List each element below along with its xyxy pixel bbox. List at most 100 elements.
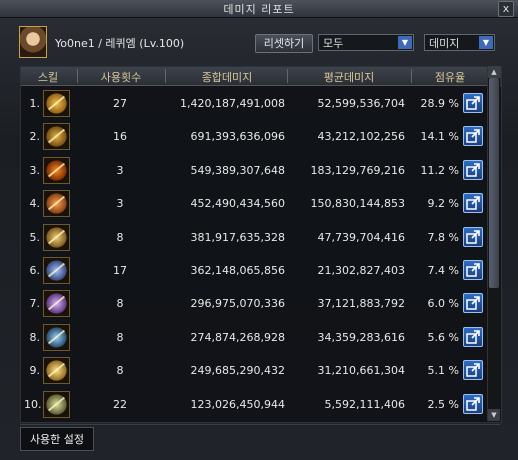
row-usage-count: 27	[113, 97, 127, 110]
skill-dark-orb-icon	[43, 323, 70, 351]
row-share: 7.4 %	[427, 264, 459, 277]
open-detail-button[interactable]	[463, 393, 483, 414]
open-detail-button[interactable]	[463, 193, 483, 214]
row-rank: 2.	[29, 130, 41, 144]
reset-button[interactable]: 리셋하기	[255, 34, 313, 53]
table-row: 4. 3 452,490,434,560 150,830,144,853 9.2…	[21, 186, 488, 222]
row-total-damage: 296,975,070,336	[190, 297, 285, 311]
column-divider	[165, 69, 166, 83]
skill-fire-ring-icon	[43, 156, 70, 184]
table-row: 5. 8 381,917,635,328 47,739,704,416 7.8 …	[21, 220, 488, 256]
avatar	[19, 26, 47, 58]
row-average-damage: 150,830,144,853	[310, 197, 405, 211]
row-average-damage: 47,739,704,416	[317, 230, 405, 244]
filter-select[interactable]: 모두 ▼	[318, 34, 414, 51]
row-rank: 5.	[29, 230, 41, 244]
skill-whirl-icon	[43, 290, 70, 318]
table-row: 3. 3 549,389,307,648 183,129,769,216 11.…	[21, 153, 488, 189]
title-bar[interactable]: 데미지 리포트 x	[0, 0, 518, 18]
row-rank: 7.	[29, 297, 41, 311]
column-header-share[interactable]: 점유율	[415, 69, 485, 85]
table-row: 7. 8 296,975,070,336 37,121,883,792 6.0 …	[21, 286, 488, 322]
scroll-up-button[interactable]: ▲	[488, 66, 500, 78]
table-row: 8. 8 274,874,268,928 34,359,283,616 5.6 …	[21, 320, 488, 356]
row-share: 5.1 %	[427, 364, 459, 378]
column-header-total[interactable]: 종합데미지	[169, 69, 285, 85]
column-header-average[interactable]: 평균데미지	[291, 69, 407, 85]
row-total-damage: 249,685,290,432	[190, 364, 285, 378]
sort-select-value: 데미지	[429, 37, 460, 50]
open-detail-button[interactable]	[463, 360, 483, 381]
row-average-damage: 43,212,102,256	[317, 130, 405, 144]
row-total-damage: 1,420,187,491,008	[180, 97, 285, 110]
row-total-damage: 381,917,635,328	[190, 230, 285, 244]
row-usage-count: 16	[113, 130, 127, 144]
sort-select[interactable]: 데미지 ▼	[424, 34, 495, 51]
scroll-thumb[interactable]	[489, 78, 499, 288]
row-total-damage: 362,148,065,856	[190, 264, 285, 277]
open-detail-button[interactable]	[463, 159, 483, 180]
table-row: 10. 22 123,026,450,944 5,592,111,406 2.5…	[21, 387, 488, 423]
open-detail-button[interactable]	[463, 226, 483, 247]
row-rank: 10.	[24, 397, 42, 411]
row-rank: 8.	[29, 330, 41, 344]
chevron-down-icon: ▼	[398, 36, 412, 49]
row-total-damage: 452,490,434,560	[190, 197, 285, 211]
row-rank: 9.	[29, 364, 41, 378]
external-link-icon	[466, 129, 480, 144]
open-detail-button[interactable]	[463, 260, 483, 280]
row-average-damage: 37,121,883,792	[317, 297, 405, 311]
close-button[interactable]: x	[498, 1, 514, 17]
skill-target-mark-icon	[43, 390, 70, 418]
open-detail-button[interactable]	[463, 93, 483, 113]
table-header: 스킬 사용횟수 종합데미지 평균데미지 점유율	[21, 67, 501, 86]
skill-cross-slash-icon	[43, 123, 70, 151]
row-average-damage: 21,302,827,403	[317, 264, 405, 277]
row-average-damage: 183,129,769,216	[310, 163, 405, 177]
row-average-damage: 5,592,111,406	[324, 397, 405, 411]
row-share: 5.6 %	[427, 330, 459, 344]
window-title: 데미지 리포트	[223, 3, 295, 16]
skill-rune-seal-icon	[43, 223, 70, 251]
row-usage-count: 8	[116, 364, 124, 378]
row-usage-count: 8	[116, 230, 124, 244]
open-detail-button[interactable]	[463, 293, 483, 314]
row-rank: 1.	[29, 97, 41, 110]
row-usage-count: 17	[113, 264, 127, 277]
row-usage-count: 8	[116, 297, 124, 311]
open-detail-button[interactable]	[463, 126, 483, 147]
footer-tabbar: 사용한 설정	[20, 424, 500, 453]
table-row: 2. 16 691,393,636,096 43,212,102,256 14.…	[21, 119, 488, 155]
scroll-down-button[interactable]: ▼	[488, 409, 500, 421]
chevron-down-icon: ▼	[479, 36, 493, 49]
table-row: 9. 8 249,685,290,432 31,210,661,304 5.1 …	[21, 353, 488, 389]
filter-select-value: 모두	[323, 37, 344, 50]
row-usage-count: 22	[113, 397, 127, 411]
external-link-icon	[466, 296, 480, 311]
column-header-skill[interactable]: 스킬	[27, 69, 69, 85]
row-total-damage: 274,874,268,928	[190, 330, 285, 344]
row-usage-count: 3	[116, 197, 124, 211]
table-row: 1. 27 1,420,187,491,008 52,599,536,704 2…	[21, 86, 488, 122]
tab-used-settings[interactable]: 사용한 설정	[20, 427, 94, 451]
row-usage-count: 3	[116, 163, 124, 177]
damage-table: 스킬 사용횟수 종합데미지 평균데미지 점유율 1. 27 1,420,187,…	[20, 66, 502, 423]
skill-light-lance-icon	[43, 357, 70, 385]
damage-report-window: 데미지 리포트 x Yo0ne1 / 레퀴엠 (Lv.100) 리셋하기 모두 …	[0, 0, 518, 460]
row-share: 14.1 %	[420, 130, 459, 144]
column-header-count[interactable]: 사용횟수	[81, 69, 161, 85]
row-share: 6.0 %	[427, 297, 459, 311]
skill-shock-wave-icon	[43, 257, 70, 284]
report-header: Yo0ne1 / 레퀴엠 (Lv.100) 리셋하기 모두 ▼ 데미지 ▼	[0, 18, 518, 64]
row-average-damage: 31,210,661,304	[317, 364, 405, 378]
external-link-icon	[466, 396, 480, 411]
vertical-scrollbar[interactable]: ▲ ▼	[487, 66, 500, 421]
external-link-icon	[466, 196, 480, 210]
external-link-icon	[466, 363, 480, 377]
external-link-icon	[466, 263, 480, 277]
row-share: 11.2 %	[420, 163, 459, 177]
open-detail-button[interactable]	[463, 326, 483, 347]
skill-blade-arc-icon	[43, 90, 70, 117]
row-total-damage: 549,389,307,648	[190, 163, 285, 177]
row-share: 7.8 %	[427, 230, 459, 244]
